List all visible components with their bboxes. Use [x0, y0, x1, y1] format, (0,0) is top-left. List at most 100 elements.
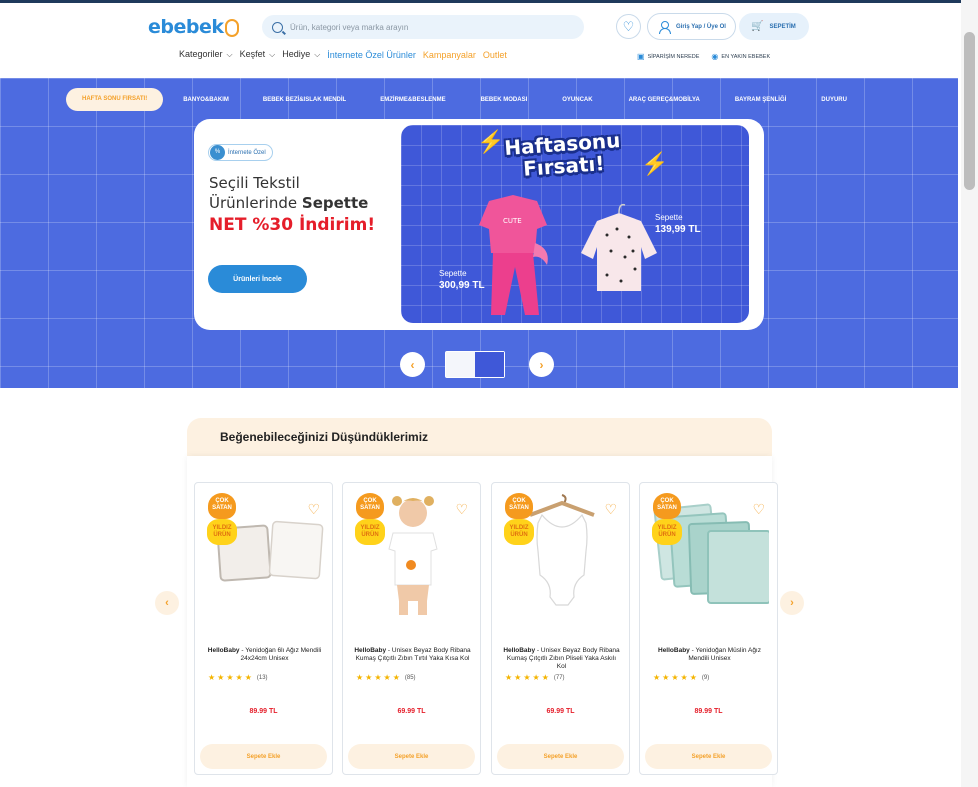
price-tag-outfit: Sepette 300,99 TL	[439, 269, 485, 291]
login-button[interactable]: Giriş Yap / Üye Ol	[647, 13, 736, 40]
chevron-down-icon: ⌵	[314, 50, 321, 59]
cart-label: SEPETİM	[769, 23, 796, 30]
favorites-button[interactable]: ♡	[616, 14, 641, 39]
heart-icon[interactable]: ♡	[752, 501, 765, 518]
svg-text:CUTE: CUTE	[503, 217, 522, 225]
promo-image: ⚡ ⚡ Haftasonu Fırsatı! CUTE Sepette 300,…	[401, 125, 749, 323]
browse-products-button[interactable]: Ürünleri İncele	[208, 265, 307, 293]
search-icon	[272, 21, 283, 33]
star-icon: ★	[383, 673, 391, 682]
hero-headline: Seçili Tekstil Ürünlerinde Sepette NET %…	[209, 174, 376, 235]
chevron-down-icon: ⌵	[226, 50, 233, 59]
chevron-right-icon: ›	[539, 357, 544, 372]
hero-next-button[interactable]: ›	[529, 352, 554, 377]
nearest-store-link[interactable]: ◉ EN YAKIN EBEBEK	[711, 52, 770, 61]
ebebek-logo[interactable]: ebebek	[148, 16, 239, 38]
product-rating: ★ ★ ★ ★ ★ (77)	[505, 673, 565, 682]
nav-item-kesfet[interactable]: Keşfet ⌵	[240, 49, 276, 60]
price-tag-sweatshirt: Sepette 139,99 TL	[655, 213, 701, 235]
chevron-left-icon: ‹	[165, 597, 169, 609]
cart-button[interactable]: 🛒 SEPETİM	[739, 13, 809, 40]
best-seller-badge: ÇOK SATAN	[505, 493, 533, 519]
search-input[interactable]	[290, 22, 570, 32]
product-price: 89.99 TL	[249, 708, 278, 715]
recommendations-header: Beğenebileceğinizi Düşündüklerimiz	[187, 418, 772, 456]
login-label: Giriş Yap / Üye Ol	[676, 23, 726, 30]
star-icon: ★	[244, 673, 252, 682]
nav-item-hediye[interactable]: Hediye ⌵	[282, 49, 320, 60]
product-name[interactable]: HelloBaby - Unisex Beyaz Body Ribana Kum…	[502, 647, 621, 671]
star-icon: ★	[235, 673, 243, 682]
order-tracking-link[interactable]: ▣ SİPARİŞİM NEREDE	[637, 52, 699, 61]
best-seller-badge: ÇOK SATAN	[208, 493, 236, 519]
hero-cat-hafta-sonu[interactable]: HAFTA SONU FIRSATI!	[66, 88, 164, 111]
add-to-cart-button[interactable]: Sepete Ekle	[497, 744, 624, 769]
star-icon: ★	[514, 673, 522, 682]
hero-cat-emzirme[interactable]: EMZİRME&BESLENME	[380, 97, 445, 103]
recs-prev-button[interactable]: ‹	[155, 591, 179, 615]
hero-slide[interactable]: % İnternete Özel Seçili Tekstil Ürünleri…	[194, 119, 764, 330]
star-icon: ★	[662, 673, 670, 682]
add-to-cart-button[interactable]: Sepete Ekle	[348, 744, 475, 769]
star-icon: ★	[217, 673, 225, 682]
product-price: 89.99 TL	[694, 708, 723, 715]
nav-item-outlet[interactable]: Outlet	[483, 50, 507, 60]
hero-cat-bebek-bezi[interactable]: BEBEK BEZİ&ISLAK MENDİL	[263, 97, 346, 103]
logo-text: ebebek	[148, 16, 224, 38]
hero-slide-thumbnail[interactable]	[445, 351, 505, 378]
star-icon: ★	[680, 673, 688, 682]
hero-prev-button[interactable]: ‹	[400, 352, 425, 377]
scrollbar-thumb[interactable]	[964, 32, 975, 190]
star-product-badge: YILDIZ ÜRÜN	[652, 519, 682, 545]
heart-icon[interactable]: ♡	[307, 501, 320, 518]
product-name[interactable]: HelloBaby - Unisex Beyaz Body Ribana Kum…	[353, 647, 472, 671]
product-rating: ★ ★ ★ ★ ★ (13)	[208, 673, 268, 682]
add-to-cart-button[interactable]: Sepete Ekle	[645, 744, 772, 769]
heart-icon: ♡	[622, 18, 635, 34]
recs-next-button[interactable]: ›	[780, 591, 804, 615]
rating-count: (85)	[404, 674, 416, 681]
product-name[interactable]: HelloBaby - Yenidoğan 6lı Ağız Mendili 2…	[205, 647, 324, 671]
product-rating: ★ ★ ★ ★ ★ (85)	[356, 673, 416, 682]
star-product-badge: YILDIZ ÜRÜN	[355, 519, 385, 545]
hero-cat-duyuru[interactable]: DUYURU	[821, 97, 847, 103]
internet-exclusive-badge: % İnternete Özel	[208, 144, 273, 161]
user-icon	[658, 20, 671, 34]
globe-icon: %	[210, 145, 225, 160]
product-card[interactable]: ÇOK SATAN YILDIZ ÜRÜN ♡ HelloBaby - Yeni…	[194, 482, 333, 775]
rating-count: (13)	[256, 674, 268, 681]
product-card[interactable]: ÇOK SATAN YILDIZ ÜRÜN ♡ HelloBaby - Yeni…	[639, 482, 778, 775]
nav-item-internete-ozel[interactable]: İnternete Özel Ürünler	[327, 50, 416, 60]
main-nav: Kategoriler ⌵ Keşfet ⌵ Hediye ⌵ İnternete Ö…	[179, 49, 507, 60]
product-card[interactable]: ÇOK SATAN YILDIZ ÜRÜN ♡ HelloBaby - Unis…	[491, 482, 630, 775]
hero-cat-arac-gerec[interactable]: ARAÇ GEREÇ&MOBİLYA	[629, 97, 700, 103]
star-icon: ★	[541, 673, 549, 682]
page-scrollbar[interactable]	[961, 0, 978, 787]
package-icon: ▣	[637, 52, 645, 61]
chevron-down-icon: ⌵	[269, 50, 276, 59]
top-accent-line	[0, 0, 978, 3]
search-bar[interactable]	[262, 15, 584, 39]
product-name[interactable]: HelloBaby - Yenidoğan Müslin Ağız Mendil…	[650, 647, 769, 671]
nav-item-kampanyalar[interactable]: Kampanyalar	[423, 50, 476, 60]
recommendations-title: Beğenebileceğinizi Düşündüklerimiz	[220, 430, 429, 444]
heart-icon[interactable]: ♡	[604, 501, 617, 518]
nav-item-kategoriler[interactable]: Kategoriler ⌵	[179, 49, 233, 60]
hero-cat-bayram[interactable]: BAYRAM ŞENLİĞİ	[735, 97, 786, 103]
star-icon: ★	[374, 673, 382, 682]
best-seller-badge: ÇOK SATAN	[356, 493, 384, 519]
hero-cat-bebek-modasi[interactable]: BEBEK MODASI	[481, 97, 528, 103]
hero-cat-banyo[interactable]: BANYO&BAKIM	[183, 97, 229, 103]
star-icon: ★	[365, 673, 373, 682]
product-card[interactable]: ÇOK SATAN YILDIZ ÜRÜN ♡ HelloBaby - Unis…	[342, 482, 481, 775]
heart-icon[interactable]: ♡	[455, 501, 468, 518]
hero-banner: HAFTA SONU FIRSATI! BANYO&BAKIM BEBEK BE…	[0, 78, 958, 388]
star-product-badge: YILDIZ ÜRÜN	[207, 519, 237, 545]
hero-cat-oyuncak[interactable]: OYUNCAK	[562, 97, 592, 103]
chevron-left-icon: ‹	[410, 357, 415, 372]
add-to-cart-button[interactable]: Sepete Ekle	[200, 744, 327, 769]
product-price: 69.99 TL	[397, 708, 426, 715]
star-icon: ★	[505, 673, 513, 682]
chevron-right-icon: ›	[790, 597, 794, 609]
star-icon: ★	[208, 673, 216, 682]
